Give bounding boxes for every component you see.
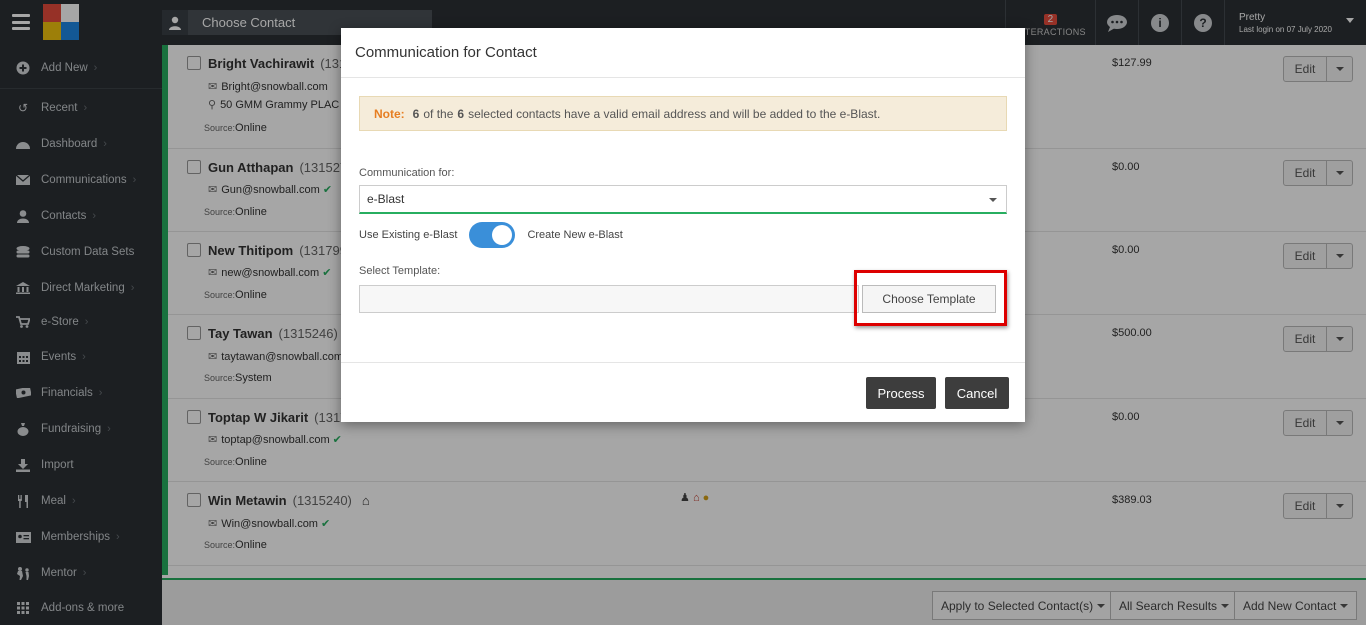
highlight-box xyxy=(854,270,1007,326)
template-input[interactable] xyxy=(359,285,859,313)
process-button[interactable]: Process xyxy=(866,377,936,409)
chevron-down-icon xyxy=(989,198,997,202)
modal-footer-divider xyxy=(341,362,1025,363)
communication-for-select[interactable]: e-Blast xyxy=(359,185,1007,214)
communication-for-label: Communication for: xyxy=(359,167,455,179)
create-new-label: Create New e-Blast xyxy=(527,229,623,241)
use-existing-label: Use Existing e-Blast xyxy=(359,229,458,241)
communication-modal: Communication for Contact Note: 6 of the… xyxy=(341,28,1025,422)
eblast-mode-toggle[interactable] xyxy=(469,222,516,248)
note-banner: Note: 6 of the 6 selected contacts have … xyxy=(359,96,1007,131)
select-template-label: Select Template: xyxy=(359,265,441,277)
cancel-button[interactable]: Cancel xyxy=(945,377,1009,409)
note-total-count: 6 xyxy=(457,106,465,121)
modal-title: Communication for Contact xyxy=(341,28,1025,78)
note-valid-count: 6 xyxy=(412,106,420,121)
